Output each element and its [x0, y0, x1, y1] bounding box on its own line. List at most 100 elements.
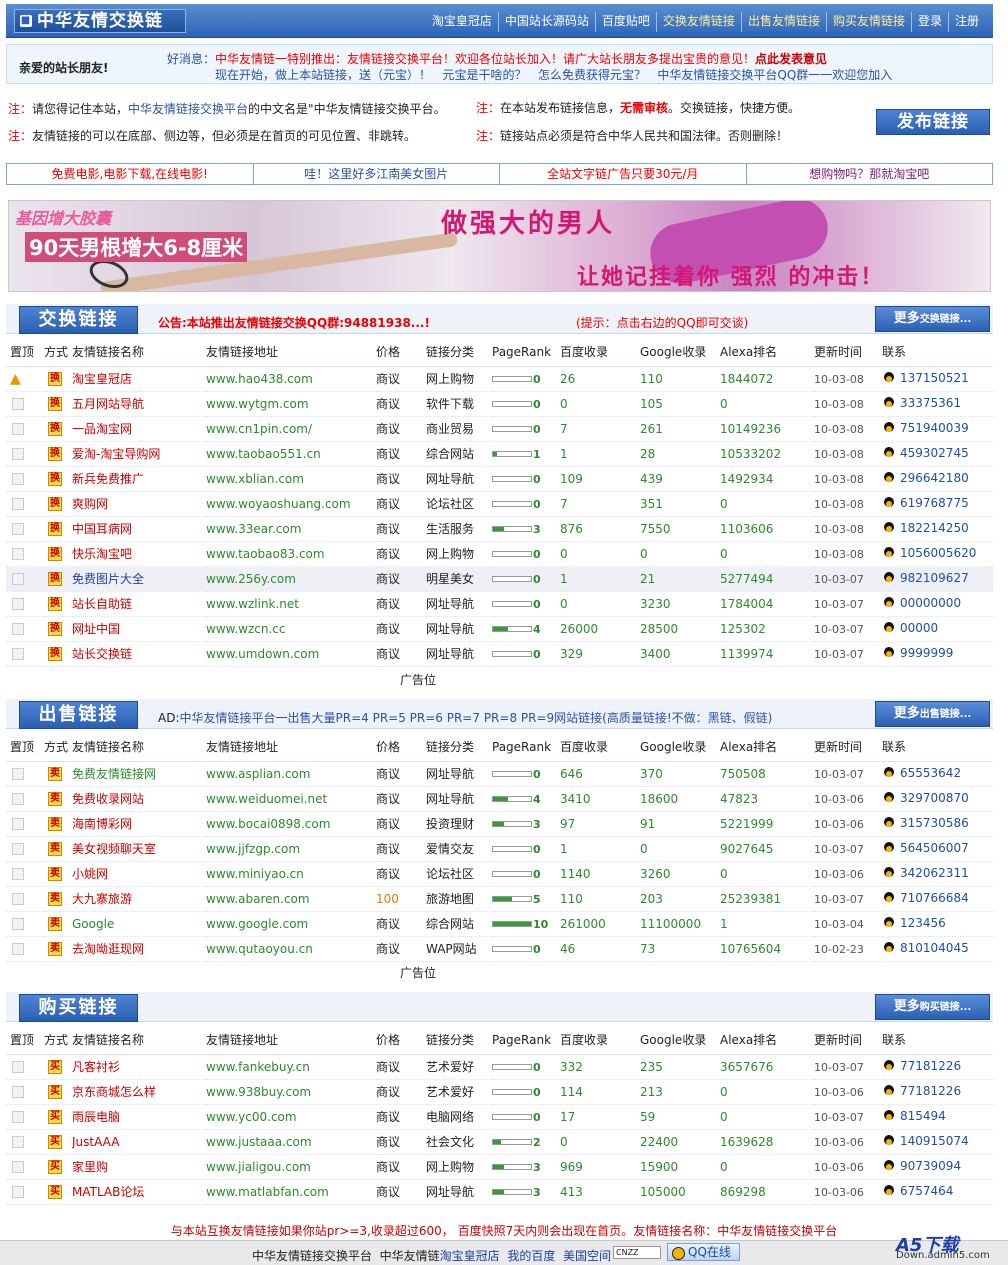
column-header[interactable]: 友情链接名称 [72, 338, 206, 367]
text-ad-movies[interactable]: 免费电影,电影下载,在线电影! [7, 164, 253, 184]
checkbox-icon[interactable] [12, 893, 24, 905]
checkbox-icon[interactable] [12, 1186, 24, 1198]
checkbox-icon[interactable] [12, 1136, 24, 1148]
link-name[interactable]: 雨辰电脑 [72, 1110, 120, 1124]
link-url[interactable]: www.938buy.com [206, 1085, 311, 1099]
link-url[interactable]: www.33ear.com [206, 522, 301, 536]
checkbox-icon[interactable] [12, 1111, 24, 1123]
qq-number[interactable]: 137150521 [900, 371, 969, 385]
news-link-yuanbao[interactable]: 现在开始，做上本站链接，送（元宝）！ [215, 68, 431, 82]
qq-icon[interactable] [882, 446, 900, 461]
link-url[interactable]: www.asplian.com [206, 767, 310, 781]
link-name[interactable]: 免费图片大全 [72, 572, 144, 586]
link-url[interactable]: www.hao438.com [206, 372, 313, 386]
checkbox-icon[interactable] [12, 1061, 24, 1073]
qq-number[interactable]: 982109627 [900, 571, 969, 585]
link-name[interactable]: MATLAB论坛 [72, 1185, 144, 1199]
checkbox-icon[interactable] [12, 573, 24, 585]
link-name[interactable]: 免费友情链接网 [72, 767, 156, 781]
link-url[interactable]: www.matlabfan.com [206, 1185, 329, 1199]
link-name[interactable]: 新兵免费推广 [72, 472, 144, 486]
checkbox-icon[interactable] [12, 793, 24, 805]
link-url[interactable]: www.wzcn.cc [206, 622, 285, 636]
link-name[interactable]: 小姚网 [72, 867, 108, 881]
link-url[interactable]: www.yc00.com [206, 1110, 297, 1124]
checkbox-icon[interactable] [12, 818, 24, 830]
link-name[interactable]: 京东商城怎么样 [72, 1085, 156, 1099]
column-header[interactable]: PageRank [492, 1026, 560, 1055]
column-header[interactable]: 友情链接名称 [72, 733, 206, 762]
qq-icon[interactable] [882, 471, 900, 486]
checkbox-icon[interactable] [12, 548, 24, 560]
qq-icon[interactable] [882, 571, 900, 586]
nav-source-code[interactable]: 中国站长源码站 [497, 12, 595, 32]
checkbox-icon[interactable] [12, 423, 24, 435]
column-header[interactable]: 联系 [882, 733, 993, 762]
column-header[interactable]: 联系 [882, 338, 993, 367]
nav-register[interactable]: 注册 [947, 12, 985, 32]
link-name[interactable]: 站长交换链 [72, 647, 132, 661]
link-name[interactable]: 美女视频聊天室 [72, 842, 156, 856]
qq-number[interactable]: 329700870 [900, 791, 969, 805]
qq-icon[interactable] [882, 866, 900, 881]
checkbox-icon[interactable] [12, 623, 24, 635]
column-header[interactable]: 置顶 [6, 733, 44, 762]
link-name[interactable]: 中国耳病网 [72, 522, 132, 536]
column-header[interactable]: 置顶 [6, 1026, 44, 1055]
text-ad-taobao[interactable]: 想购物吗？那就淘宝吧 [745, 164, 993, 184]
qq-icon[interactable] [882, 596, 900, 611]
link-url[interactable]: www.fankebuy.cn [206, 1060, 310, 1074]
column-header[interactable]: 百度收录 [560, 733, 640, 762]
link-url[interactable]: www.umdown.com [206, 647, 319, 661]
sell-ad-text[interactable]: 中华友情链接平台一出售大量PR=4 PR=5 PR=6 PR=7 PR=8 PR… [180, 711, 773, 725]
column-header[interactable]: 置顶 [6, 338, 44, 367]
nav-sell-links[interactable]: 出售友情链接 [740, 12, 826, 32]
checkbox-icon[interactable] [12, 1086, 24, 1098]
link-name[interactable]: Google [72, 917, 114, 931]
column-header[interactable]: 价格 [376, 733, 426, 762]
column-header[interactable]: 更新时间 [814, 338, 882, 367]
qq-icon[interactable] [882, 371, 900, 386]
checkbox-icon[interactable] [12, 523, 24, 535]
nav-taobao[interactable]: 淘宝皇冠店 [426, 12, 498, 32]
news-link-how[interactable]: 怎么免费获得元宝？ [538, 68, 646, 82]
qq-icon[interactable] [882, 816, 900, 831]
nav-login[interactable]: 登录 [910, 12, 948, 32]
checkbox-icon[interactable] [12, 498, 24, 510]
column-header[interactable]: 方式 [44, 338, 72, 367]
checkbox-icon[interactable] [12, 648, 24, 660]
site-logo[interactable]: ■ 中华友情交换链 [14, 9, 186, 33]
sell-tab[interactable]: 出售链接 [19, 701, 138, 729]
link-name[interactable]: 爱淘-淘宝导购网 [72, 447, 160, 461]
column-header[interactable]: Alexa排名 [720, 733, 814, 762]
link-name[interactable]: 凡客衬衫 [72, 1060, 120, 1074]
checkbox-icon[interactable] [12, 768, 24, 780]
link-url[interactable]: www.xblian.com [206, 472, 304, 486]
qq-icon[interactable] [882, 1134, 900, 1149]
qq-icon[interactable] [882, 1159, 900, 1174]
link-url[interactable]: www.weiduomei.net [206, 792, 327, 806]
qq-online-button[interactable]: QQ在线 [667, 1243, 740, 1261]
column-header[interactable]: Google收录 [640, 338, 720, 367]
column-header[interactable]: 方式 [44, 733, 72, 762]
link-name[interactable]: 站长自助链 [72, 597, 132, 611]
qq-icon[interactable] [882, 546, 900, 561]
footer-link-taobao[interactable]: 淘宝皇冠店 [440, 1249, 500, 1263]
column-header[interactable]: 友情链接地址 [206, 733, 376, 762]
sell-ad-slot[interactable]: 广告位 [400, 964, 436, 981]
column-header[interactable]: 友情链接名称 [72, 1026, 206, 1055]
sell-more-button[interactable]: 更多出售链接... [875, 701, 990, 727]
site-name-link[interactable]: 中华友情链接交换平台 [128, 102, 248, 116]
qq-number[interactable]: 564506007 [900, 841, 969, 855]
qq-icon[interactable] [882, 1109, 900, 1124]
buy-tab[interactable]: 购买链接 [19, 994, 138, 1022]
link-name[interactable]: 淘宝皇冠店 [72, 372, 132, 386]
footer-link-baidu[interactable]: 我的百度 [507, 1249, 555, 1263]
link-url[interactable]: www.abaren.com [206, 892, 310, 906]
qq-number[interactable]: 9999999 [900, 646, 953, 660]
qq-number[interactable]: 810104045 [900, 941, 969, 955]
link-url[interactable]: www.cn1pin.com/ [206, 422, 312, 436]
qq-icon[interactable] [882, 646, 900, 661]
link-name[interactable]: JustAAA [72, 1135, 119, 1149]
column-header[interactable]: 更新时间 [814, 1026, 882, 1055]
